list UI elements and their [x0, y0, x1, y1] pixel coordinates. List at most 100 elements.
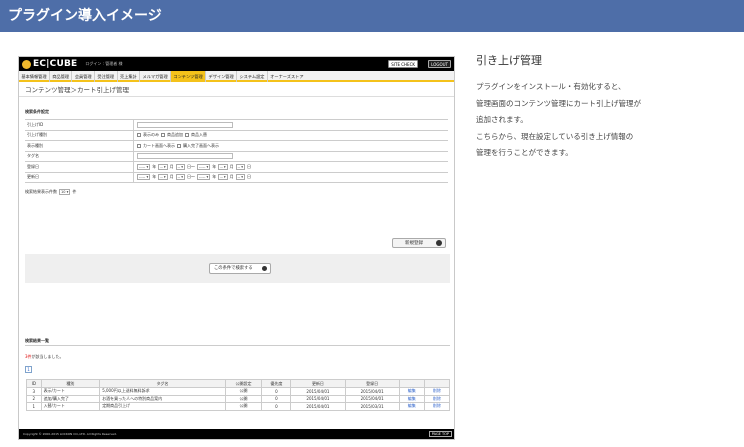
date-unit: 日 — [247, 163, 252, 169]
checkbox[interactable] — [137, 143, 141, 148]
text-input[interactable] — [137, 153, 233, 160]
search-conditions-table: 引上げID 引上げ種別 表示のみ 商品追加 商品入替 表示種別 カート画面へ表示 購入完了画面… — [25, 119, 448, 183]
text-input[interactable] — [137, 121, 233, 128]
delete-link[interactable]: 削除 — [423, 402, 451, 411]
edit-link[interactable]: 編集 — [398, 402, 425, 411]
count-select[interactable]: 10 ▾ — [59, 189, 71, 195]
checkbox-label: 商品追加 — [167, 132, 183, 138]
checkbox-label: カート画面へ表示 — [143, 142, 175, 148]
date-unit: 日〜 — [187, 174, 196, 180]
date-select[interactable]: -- ▾ — [158, 163, 168, 170]
date-unit: 日〜 — [187, 163, 196, 169]
search-label: 登録日 — [25, 162, 134, 172]
breadcrumb: コンテンツ管理＞カート引上げ管理 — [19, 82, 454, 97]
nav-item[interactable]: デザイン管理 — [206, 71, 236, 80]
page-top-button[interactable]: PAGE TOP — [428, 431, 452, 437]
date-unit: 年 — [152, 163, 157, 169]
cell-upd: 2015/04/01 — [290, 394, 346, 403]
date-select[interactable]: -- ▾ — [235, 163, 246, 170]
column-header: ID — [26, 379, 42, 388]
cell-type: 入替/カート — [40, 402, 101, 411]
checkbox[interactable] — [137, 133, 141, 138]
chevron-down-icon: ▾ — [222, 175, 226, 180]
search-row: 表示種別 カート画面へ表示 購入完了画面へ表示 — [25, 141, 448, 152]
search-value: 表示のみ 商品追加 商品入替 — [134, 131, 448, 141]
search-label: 更新日 — [25, 172, 134, 182]
search-value — [134, 152, 448, 162]
chevron-down-icon: ▾ — [205, 175, 209, 180]
chevron-down-icon: ▾ — [145, 175, 149, 180]
description-line: こちらから、現在設定している引き上げ情報の — [476, 131, 634, 141]
delete-link[interactable]: 削除 — [423, 394, 451, 403]
page-title-banner: プラグイン導入イメージ — [0, 0, 744, 32]
date-unit: 年 — [212, 163, 217, 169]
search-row: 引上げ種別 表示のみ 商品追加 商品入替 — [25, 130, 448, 141]
arrow-right-icon — [436, 240, 442, 246]
date-select[interactable]: -- ▾ — [175, 163, 186, 170]
chevron-down-icon: ▾ — [145, 164, 149, 169]
date-unit: 月 — [229, 163, 234, 169]
new-registration-button[interactable]: 新規登録 — [392, 238, 446, 248]
chevron-down-icon: ▾ — [162, 175, 166, 180]
results-message: 3件が該当しました。 — [25, 354, 64, 360]
new-button-label: 新規登録 — [405, 241, 423, 246]
search-label: タグ名 — [25, 151, 134, 161]
cell-pub: 公開 — [224, 402, 263, 411]
date-unit: 日 — [247, 174, 252, 180]
cell-upd: 2015/04/01 — [290, 402, 346, 411]
column-header — [398, 379, 425, 388]
nav-item[interactable]: オーナーズストア — [268, 71, 306, 80]
logout-button[interactable]: LOGOUT — [428, 60, 451, 68]
search-value — [134, 120, 448, 130]
cell-upd: 2015/04/01 — [290, 387, 346, 396]
date-unit: 月 — [169, 163, 174, 169]
result-count-row: 検索結果表示件数 10 ▾ 件 — [25, 189, 448, 195]
checkbox[interactable] — [161, 133, 165, 138]
admin-screenshot: EC|CUBE ログイン : 管理者 様 SITE CHECK LOGOUT 基… — [18, 56, 455, 440]
nav-item[interactable]: システム設定 — [237, 71, 267, 80]
nav-item[interactable]: コンテンツ管理 — [171, 71, 206, 80]
delete-link[interactable]: 削除 — [423, 387, 451, 396]
nav-item[interactable]: メルマガ管理 — [140, 71, 170, 80]
nav-item[interactable]: 基本情報管理 — [19, 71, 49, 80]
chevron-down-icon: ▾ — [222, 164, 226, 169]
nav-item[interactable]: 商品管理 — [50, 71, 72, 80]
date-select[interactable]: -- ▾ — [218, 174, 228, 181]
table-row: 1 入替/カート 定期商品引上げ 公開 0 2015/04/01 2015/03/31 編集削… — [26, 402, 451, 411]
search-value: ----- ▾ 年 -- ▾ 月 -- ▾ 日〜 ----- ▾ 年 -- ▾ 月 -- ▾ 日 — [134, 162, 448, 172]
column-header: 優先度 — [261, 379, 292, 388]
chevron-down-icon: ▾ — [162, 164, 166, 169]
banner-title: プラグイン導入イメージ — [8, 8, 162, 24]
edit-link[interactable]: 編集 — [398, 387, 425, 396]
results-header-row: ID 種別 タグ名 公開設定 優先度 更新日 登録日 — [26, 379, 451, 388]
date-select[interactable]: -- ▾ — [218, 163, 228, 170]
search-label: 表示種別 — [25, 141, 134, 151]
nav-item[interactable]: 会員管理 — [72, 71, 94, 80]
date-select[interactable]: ----- ▾ — [197, 174, 211, 181]
results-table: ID 種別 タグ名 公開設定 優先度 更新日 登録日 3 表示/カート 5,000円以上送料無料… — [26, 379, 451, 411]
checkbox-label: 表示のみ — [143, 132, 159, 138]
date-select[interactable]: -- ▾ — [235, 174, 246, 181]
nav-item[interactable]: 売上集計 — [118, 71, 140, 80]
date-select[interactable]: ----- ▾ — [137, 174, 151, 181]
admin-footer: Copyright © 2000-2015 LOCKON CO.,LTD. Al… — [19, 429, 454, 439]
edit-link[interactable]: 編集 — [398, 394, 425, 403]
site-check-button[interactable]: SITE CHECK — [388, 60, 418, 68]
date-select[interactable]: -- ▾ — [175, 174, 186, 181]
date-select[interactable]: ----- ▾ — [137, 163, 151, 170]
nav-item[interactable]: 受注管理 — [95, 71, 117, 80]
date-select[interactable]: ----- ▾ — [197, 163, 211, 170]
pager-page-1[interactable]: 1 — [25, 366, 32, 373]
date-unit: 月 — [169, 174, 174, 180]
side-description: プラグインをインストール・有効化すると、 管理画面のコンテンツ管理にカート引上げ管… — [476, 79, 726, 162]
column-header: 公開設定 — [224, 379, 263, 388]
checkbox[interactable] — [185, 133, 189, 138]
date-select[interactable]: -- ▾ — [158, 174, 168, 181]
search-value: ----- ▾ 年 -- ▾ 月 -- ▾ 日〜 ----- ▾ 年 -- ▾ 月 -- ▾ 日 — [134, 173, 448, 183]
cell-tag: 定期商品引上げ — [99, 402, 226, 411]
search-button[interactable]: この条件で検索する — [209, 263, 271, 274]
arrow-right-icon — [262, 266, 267, 271]
checkbox[interactable] — [177, 143, 181, 148]
date-unit: 年 — [152, 174, 157, 180]
cell-tag: 5,000円以上送料無料訴求 — [99, 387, 226, 396]
